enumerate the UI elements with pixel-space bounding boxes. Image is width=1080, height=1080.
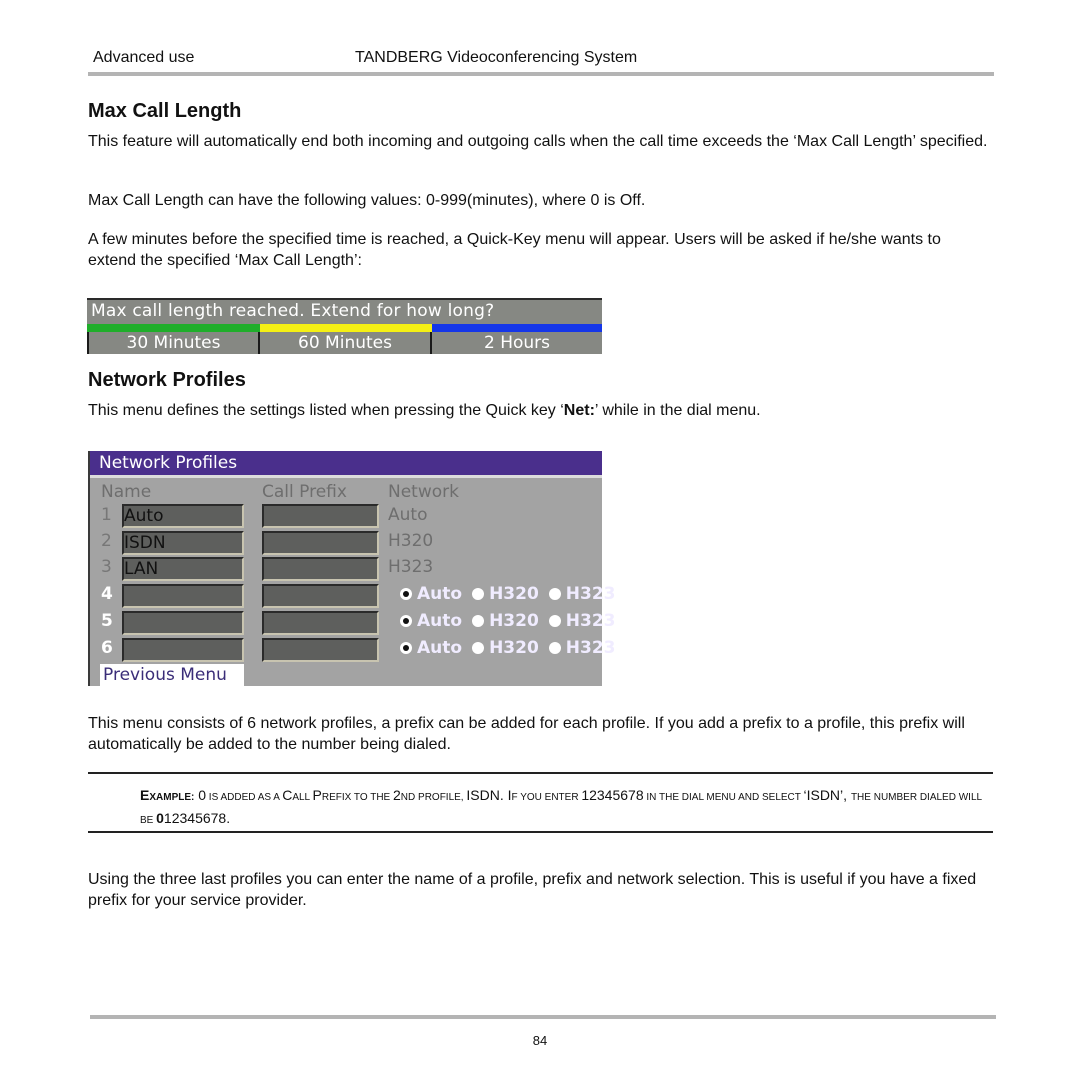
page-number: 84 bbox=[532, 1033, 548, 1048]
row-number: 1 bbox=[101, 505, 112, 525]
call-prefix-field[interactable] bbox=[262, 531, 379, 555]
example-text: all bbox=[292, 792, 313, 803]
quickkey-options: 30 Minutes 60 Minutes 2 Hours bbox=[87, 332, 602, 354]
row-number: 6 bbox=[101, 638, 113, 658]
max-call-length-heading: Max Call Length bbox=[88, 100, 242, 122]
extend-30-minutes-button[interactable]: 30 Minutes bbox=[87, 332, 260, 354]
max-call-length-para-1: This feature will automatically end both… bbox=[88, 133, 988, 150]
radio-label-auto[interactable]: Auto bbox=[417, 638, 462, 658]
network-value: H320 bbox=[388, 531, 434, 551]
header-section-label: Advanced use bbox=[93, 49, 195, 66]
example-entered-number: 12345678 bbox=[581, 787, 644, 803]
network-profiles-screenshot: Network Profiles Name Call Prefix Networ… bbox=[88, 451, 616, 686]
network-profiles-heading: Network Profiles bbox=[88, 369, 246, 391]
radio-label-auto[interactable]: Auto bbox=[417, 584, 462, 604]
footer-divider bbox=[90, 1015, 996, 1019]
max-call-length-para-2: Max Call Length can have the following v… bbox=[88, 192, 646, 209]
example-label-initial: E bbox=[140, 787, 150, 803]
call-prefix-field[interactable] bbox=[262, 611, 379, 635]
network-value: Auto bbox=[388, 505, 428, 525]
network-radio-group: Auto H320 H323 bbox=[400, 584, 626, 604]
radio-label-h320[interactable]: H320 bbox=[489, 584, 539, 604]
row-number: 5 bbox=[101, 611, 113, 631]
radio-label-h323[interactable]: H323 bbox=[566, 611, 616, 631]
max-call-length-quickkey-screenshot: Max call length reached. Extend for how … bbox=[87, 298, 602, 354]
header-document-title: TANDBERG Videoconferencing System bbox=[355, 49, 638, 66]
example-text: in the dial menu and select bbox=[643, 792, 804, 803]
intro-text-end: ’ while in the dial menu. bbox=[594, 402, 761, 419]
example-text: nd profile, bbox=[400, 792, 467, 803]
example-top-rule bbox=[88, 772, 993, 774]
example-text: refix to the bbox=[321, 792, 393, 803]
radio-h320-icon[interactable] bbox=[472, 588, 485, 600]
network-radio-group: Auto H320 H323 bbox=[400, 638, 626, 658]
network-profiles-description: This menu consists of 6 network profiles… bbox=[88, 715, 965, 753]
radio-label-h323[interactable]: H323 bbox=[566, 584, 616, 604]
extend-60-minutes-button[interactable]: 60 Minutes bbox=[260, 332, 432, 354]
example-prefix-value: 0 bbox=[198, 787, 207, 803]
example-text: ‘ISDN’, bbox=[803, 787, 851, 803]
quickkey-color-bars bbox=[87, 324, 602, 332]
example-label-rest: XAMPLE: bbox=[149, 792, 195, 803]
radio-label-h323[interactable]: H323 bbox=[566, 638, 616, 658]
network-profiles-intro: This menu defines the settings listed wh… bbox=[88, 400, 988, 421]
network-radio-group: Auto H320 H323 bbox=[400, 611, 626, 631]
example-text: P bbox=[312, 787, 322, 803]
profile-name-field[interactable]: LAN bbox=[122, 557, 244, 581]
radio-auto-selected-icon[interactable] bbox=[400, 588, 412, 600]
radio-h323-icon[interactable] bbox=[548, 642, 561, 654]
example-text: 2 bbox=[393, 787, 401, 803]
header-divider bbox=[88, 72, 994, 76]
radio-label-h320[interactable]: H320 bbox=[489, 638, 539, 658]
profile-name-field[interactable]: Auto bbox=[122, 504, 244, 528]
profile-name-field[interactable] bbox=[122, 638, 244, 662]
example-text: f you enter bbox=[511, 792, 582, 803]
call-prefix-field[interactable] bbox=[262, 584, 379, 608]
extend-2-hours-button[interactable]: 2 Hours bbox=[432, 332, 602, 354]
example-note: EXAMPLE: 0 is added as a Call Prefix to … bbox=[140, 785, 990, 831]
network-profiles-closing-para: Using the three last profiles you can en… bbox=[88, 871, 977, 909]
column-header-call-prefix: Call Prefix bbox=[262, 482, 347, 502]
profile-name-field[interactable] bbox=[122, 584, 244, 608]
call-prefix-field[interactable] bbox=[262, 557, 379, 581]
row-number: 2 bbox=[101, 531, 112, 551]
radio-h320-icon[interactable] bbox=[472, 642, 485, 654]
radio-h320-icon[interactable] bbox=[472, 615, 485, 627]
radio-label-auto[interactable]: Auto bbox=[417, 611, 462, 631]
column-header-name: Name bbox=[101, 482, 152, 502]
network-profiles-screen-title: Network Profiles bbox=[99, 453, 238, 473]
column-header-network: Network bbox=[388, 482, 459, 502]
radio-auto-selected-icon[interactable] bbox=[400, 615, 412, 627]
example-text: ISDN. bbox=[466, 787, 508, 803]
radio-h323-icon[interactable] bbox=[548, 615, 561, 627]
intro-text: This menu defines the settings listed wh… bbox=[88, 402, 564, 419]
call-prefix-field[interactable] bbox=[262, 638, 379, 662]
network-value: H323 bbox=[388, 557, 434, 577]
quickkey-prompt: Max call length reached. Extend for how … bbox=[91, 301, 495, 321]
network-profiles-titlebar: Network Profiles bbox=[90, 451, 602, 478]
radio-label-h320[interactable]: H320 bbox=[489, 611, 539, 631]
color-bar-green bbox=[87, 324, 260, 332]
row-number: 4 bbox=[101, 584, 113, 604]
row-number: 3 bbox=[101, 557, 112, 577]
profile-name-field[interactable] bbox=[122, 611, 244, 635]
example-dialed-prefix: 0 bbox=[156, 810, 164, 826]
example-text: is added as a bbox=[206, 792, 283, 803]
radio-h323-icon[interactable] bbox=[548, 588, 561, 600]
example-text: C bbox=[282, 787, 293, 803]
radio-auto-selected-icon[interactable] bbox=[400, 642, 412, 654]
example-dialed-number: 12345678. bbox=[163, 810, 231, 826]
color-bar-blue bbox=[432, 324, 602, 332]
profile-name-field[interactable]: ISDN bbox=[122, 531, 244, 555]
example-bottom-rule bbox=[88, 831, 993, 833]
call-prefix-field[interactable] bbox=[262, 504, 379, 528]
quick-key-name: Net: bbox=[563, 402, 595, 419]
color-bar-yellow bbox=[260, 324, 432, 332]
previous-menu-button[interactable]: Previous Menu bbox=[100, 664, 244, 686]
max-call-length-para-3: A few minutes before the specified time … bbox=[88, 231, 941, 269]
